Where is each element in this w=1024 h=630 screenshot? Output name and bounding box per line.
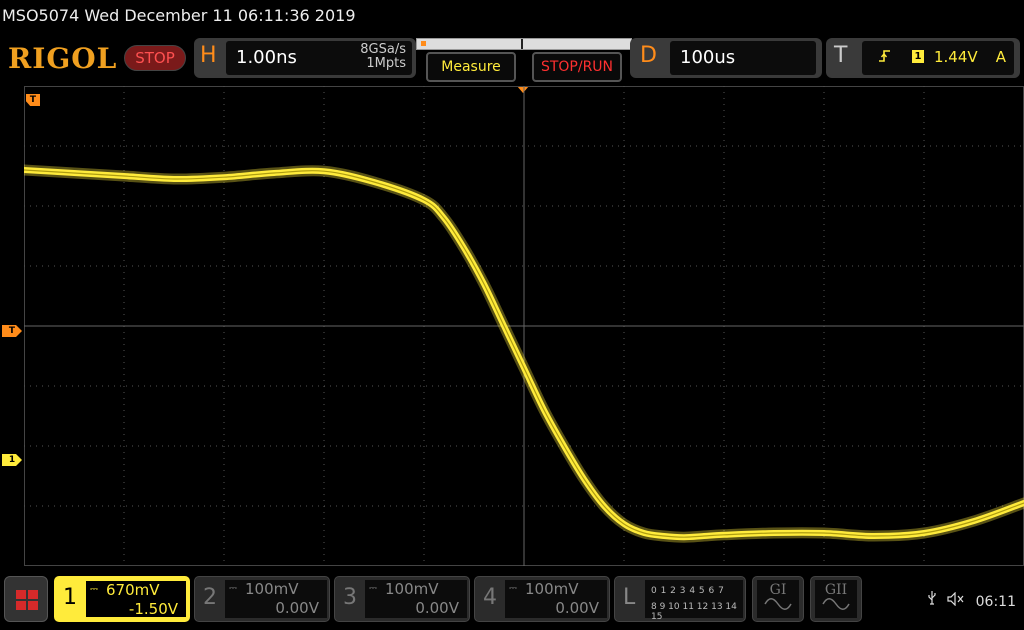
horizontal-readout: 1.00ns 8GSa/s 1Mpts <box>226 41 412 75</box>
sample-rate: 8GSa/s <box>360 42 406 57</box>
channel-readout: ⎓ 100mV 0.00V <box>225 580 327 618</box>
delay-value: 100us <box>680 47 736 68</box>
device-datetime: MSO5074 Wed December 11 06:11:36 2019 <box>2 6 356 25</box>
horizontal-letter: H <box>200 43 217 68</box>
delay-letter: D <box>640 43 657 68</box>
brand-logo: RIGOL <box>8 42 118 75</box>
sample-info: 8GSa/s 1Mpts <box>360 43 406 71</box>
sine-wave-icon <box>764 598 792 610</box>
channel-offset: -1.50V <box>128 600 178 618</box>
measure-button[interactable]: Measure <box>426 52 516 82</box>
dc-coupling-icon: ⎓ <box>90 584 98 595</box>
timebase-value: 1.00ns <box>236 47 297 68</box>
logic-row-2: 8 9 10 11 12 13 14 15 <box>651 602 737 622</box>
bottom-bar: 1 ⎓ 670mV -1.50V 2 ⎓ 100mV 0.00V 3 ⎓ 100… <box>0 570 1024 630</box>
title-bar: MSO5074 Wed December 11 06:11:36 2019 <box>0 0 1024 34</box>
dc-coupling-icon: ⎓ <box>509 583 517 594</box>
channel-number: 1 <box>63 585 77 610</box>
horizontal-panel[interactable]: H 1.00ns 8GSa/s 1Mpts <box>194 38 416 78</box>
stop-run-button[interactable]: STOP/RUN <box>532 52 622 82</box>
channel-offset: 0.00V <box>555 599 599 617</box>
memory-center-cursor <box>521 39 523 49</box>
rising-edge-icon <box>878 48 892 68</box>
channel-readout: ⎓ 670mV -1.50V <box>85 580 187 618</box>
channel-scale: 100mV <box>245 580 299 598</box>
channel-4-panel[interactable]: 4 ⎓ 100mV 0.00V <box>474 576 610 622</box>
trigger-panel[interactable]: T 1 1.44V A <box>826 38 1020 78</box>
dc-coupling-icon: ⎓ <box>229 583 237 594</box>
memory-position-marker <box>421 41 426 46</box>
channel-3-panel[interactable]: 3 ⎓ 100mV 0.00V <box>334 576 470 622</box>
channel-scale: 100mV <box>385 580 439 598</box>
trigger-mode: A <box>995 48 1006 66</box>
clock-time: 06:11 <box>975 594 1016 610</box>
sine-wave-icon <box>822 598 850 610</box>
delay-readout: 100us <box>670 41 816 75</box>
menu-grid-icon <box>16 590 38 610</box>
logic-analyzer-panel[interactable]: L 0 1 2 3 4 5 6 7 8 9 10 11 12 13 14 15 <box>614 576 746 622</box>
dc-coupling-icon: ⎓ <box>369 583 377 594</box>
channel-1-panel[interactable]: 1 ⎓ 670mV -1.50V <box>54 576 190 622</box>
channel-offset: 0.00V <box>415 599 459 617</box>
logic-letter: L <box>623 585 636 610</box>
generator-2-button[interactable]: GII <box>810 576 862 622</box>
channel-scale: 670mV <box>106 581 160 599</box>
top-control-bar: RIGOL STOP H 1.00ns 8GSa/s 1Mpts Measure… <box>0 34 1024 86</box>
graticule <box>24 86 1024 566</box>
memory-position-strip[interactable] <box>416 38 632 50</box>
channel1-offset-marker[interactable]: 1 <box>2 454 22 466</box>
memory-depth: 1Mpts <box>366 56 406 71</box>
logic-channels: 0 1 2 3 4 5 6 7 8 9 10 11 12 13 14 15 <box>645 580 743 622</box>
channel-number: 2 <box>203 585 217 610</box>
main-menu-button[interactable] <box>4 576 48 622</box>
channel-number: 4 <box>483 585 497 610</box>
channel-2-panel[interactable]: 2 ⎓ 100mV 0.00V <box>194 576 330 622</box>
trigger-source: 1 <box>912 50 924 63</box>
channel-readout: ⎓ 100mV 0.00V <box>365 580 467 618</box>
waveform-display[interactable] <box>24 86 1024 566</box>
generator-1-button[interactable]: GI <box>752 576 804 622</box>
channel-number: 3 <box>343 585 357 610</box>
delay-panel[interactable]: D 100us <box>630 38 822 78</box>
generator-label: GI <box>769 582 787 598</box>
status-area: 06:11 <box>921 590 1016 610</box>
run-state-badge[interactable]: STOP <box>124 45 186 71</box>
generator-label: GII <box>824 582 848 598</box>
trigger-level-marker[interactable]: T <box>2 325 22 337</box>
channel-offset: 0.00V <box>275 599 319 617</box>
usb-icon <box>927 591 941 610</box>
channel-readout: ⎓ 100mV 0.00V <box>505 580 607 618</box>
trigger-letter: T <box>834 43 848 68</box>
trigger-level: 1.44V <box>934 48 978 66</box>
speaker-muted-icon[interactable] <box>947 591 969 610</box>
trigger-readout: 1 1.44V A <box>862 41 1014 75</box>
logic-row-1: 0 1 2 3 4 5 6 7 <box>651 586 725 596</box>
channel-scale: 100mV <box>525 580 579 598</box>
